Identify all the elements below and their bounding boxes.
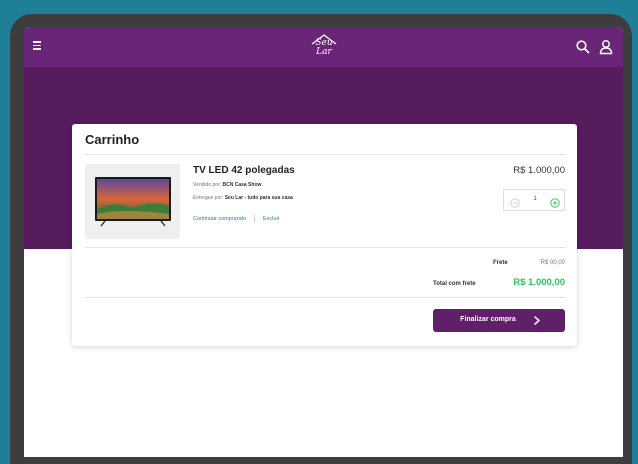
chevron-right-icon xyxy=(534,316,540,325)
checkout-button[interactable]: Finalizar compra xyxy=(433,309,565,332)
logo-text-line2: Lar xyxy=(316,47,332,57)
sold-by: Vendido por: BCN Casa Show xyxy=(193,182,261,188)
sold-by-value: BCN Casa Show xyxy=(222,182,262,188)
decrement-icon[interactable] xyxy=(510,195,520,208)
menu-icon[interactable] xyxy=(33,41,43,51)
item-price: R$ 1.000,00 xyxy=(513,165,565,176)
delivered-by: Entregue por: Seu Lar - tudo para sua ca… xyxy=(193,195,293,201)
shipping-label: Frete xyxy=(493,260,508,266)
delete-item-link[interactable]: Excluir xyxy=(263,216,280,222)
search-icon[interactable] xyxy=(575,39,591,55)
shipping-value: R$ 00,00 xyxy=(540,260,565,266)
top-navbar: Seu Lar xyxy=(24,27,623,67)
cart-title: Carrinho xyxy=(85,132,140,147)
delivered-by-value: Seu Lar - tudo para sua casa xyxy=(224,195,293,201)
user-icon[interactable] xyxy=(598,39,614,55)
total-label: Total com frete xyxy=(433,281,476,287)
product-image xyxy=(85,164,180,239)
product-name: TV LED 42 polegadas xyxy=(193,165,295,176)
app-screen: Seu Lar Carrinho TV LED 42 polegadas Ven… xyxy=(24,27,623,457)
sold-by-label: Vendido por: xyxy=(193,182,222,188)
delivered-by-label: Entregue por: xyxy=(193,195,224,201)
divider xyxy=(85,154,566,155)
divider xyxy=(85,247,566,248)
quantity-value[interactable]: 1 xyxy=(530,196,540,202)
link-separator xyxy=(254,215,255,222)
checkout-label: Finalizar compra xyxy=(460,316,516,323)
total-value: R$ 1.000,00 xyxy=(513,277,565,288)
quantity-stepper: 1 xyxy=(503,189,565,211)
logo[interactable]: Seu Lar xyxy=(307,32,341,62)
continue-shopping-link[interactable]: Continuar comprando xyxy=(193,216,246,222)
divider xyxy=(85,297,566,298)
cart-card: Carrinho TV LED 42 polegadas Vendido por… xyxy=(72,124,577,346)
tv-image xyxy=(95,177,171,227)
increment-icon[interactable] xyxy=(550,195,560,208)
